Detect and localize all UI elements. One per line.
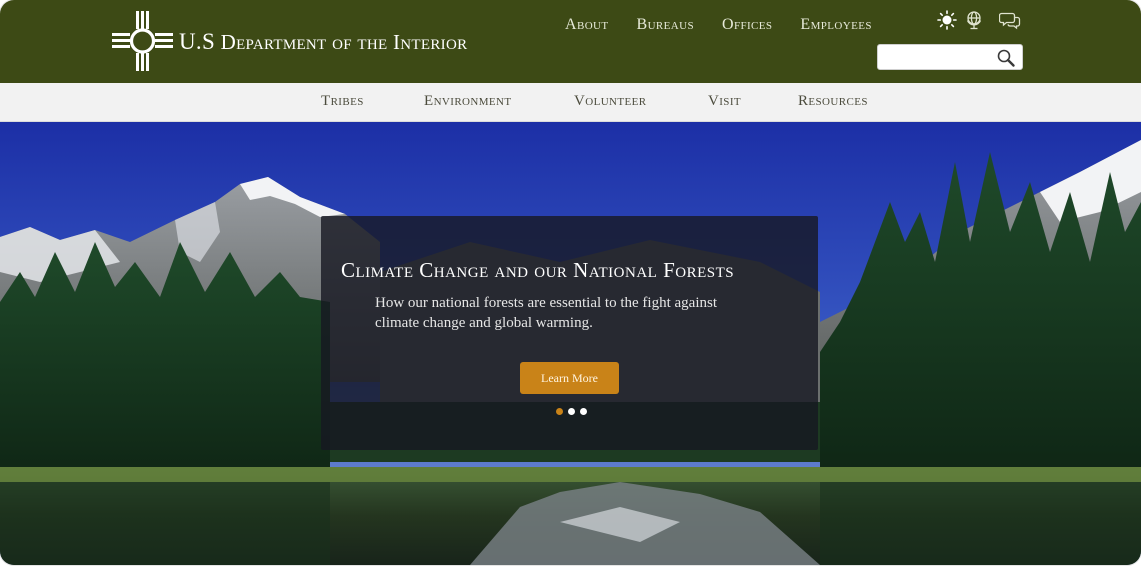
- chat-icon[interactable]: [999, 9, 1021, 31]
- carousel-dot-2[interactable]: [568, 408, 575, 415]
- zia-sun-icon: [112, 11, 173, 71]
- nav-link-bureaus[interactable]: Bureaus: [637, 16, 694, 34]
- learn-more-button[interactable]: Learn More: [520, 362, 619, 394]
- hero-carousel: Climate Change and our National Forests …: [0, 122, 1141, 565]
- subnav-link-tribes[interactable]: Tribes: [321, 93, 364, 110]
- site-title: U.S Department of the Interior: [179, 29, 467, 55]
- page-frame: U.S Department of the Interior About Bur…: [0, 0, 1141, 565]
- site-title-rest: Department of the Interior: [220, 30, 468, 54]
- nav-link-employees[interactable]: Employees: [800, 16, 871, 34]
- subnav-link-visit[interactable]: Visit: [708, 93, 741, 110]
- subnav-link-resources[interactable]: Resources: [798, 93, 868, 110]
- nav-link-about[interactable]: About: [565, 16, 609, 34]
- utility-icons: [936, 9, 1026, 31]
- hero-title: Climate Change and our National Forests: [341, 258, 735, 282]
- search-input[interactable]: [884, 48, 994, 67]
- subnav-link-environment[interactable]: Environment: [424, 93, 512, 110]
- carousel-indicators: [556, 408, 592, 415]
- nav-link-offices[interactable]: Offices: [722, 16, 772, 34]
- globe-icon[interactable]: [963, 9, 985, 31]
- hero-caption-panel: Climate Change and our National Forests …: [321, 216, 818, 450]
- secondary-nav: Tribes Environment Volunteer Visit Resou…: [0, 83, 1141, 122]
- brightness-icon[interactable]: [936, 9, 958, 31]
- site-title-abbrev: U.S: [179, 29, 216, 54]
- search-box: [877, 44, 1023, 70]
- carousel-dot-1[interactable]: [556, 408, 563, 415]
- hero-description: How our national forests are essential t…: [375, 295, 717, 331]
- carousel-dot-3[interactable]: [580, 408, 587, 415]
- search-icon[interactable]: [996, 48, 1016, 68]
- subnav-link-volunteer[interactable]: Volunteer: [574, 93, 646, 110]
- site-header: U.S Department of the Interior About Bur…: [0, 0, 1141, 83]
- primary-nav: About Bureaus Offices Employees: [565, 16, 900, 34]
- site-logo-link[interactable]: U.S Department of the Interior: [111, 11, 467, 71]
